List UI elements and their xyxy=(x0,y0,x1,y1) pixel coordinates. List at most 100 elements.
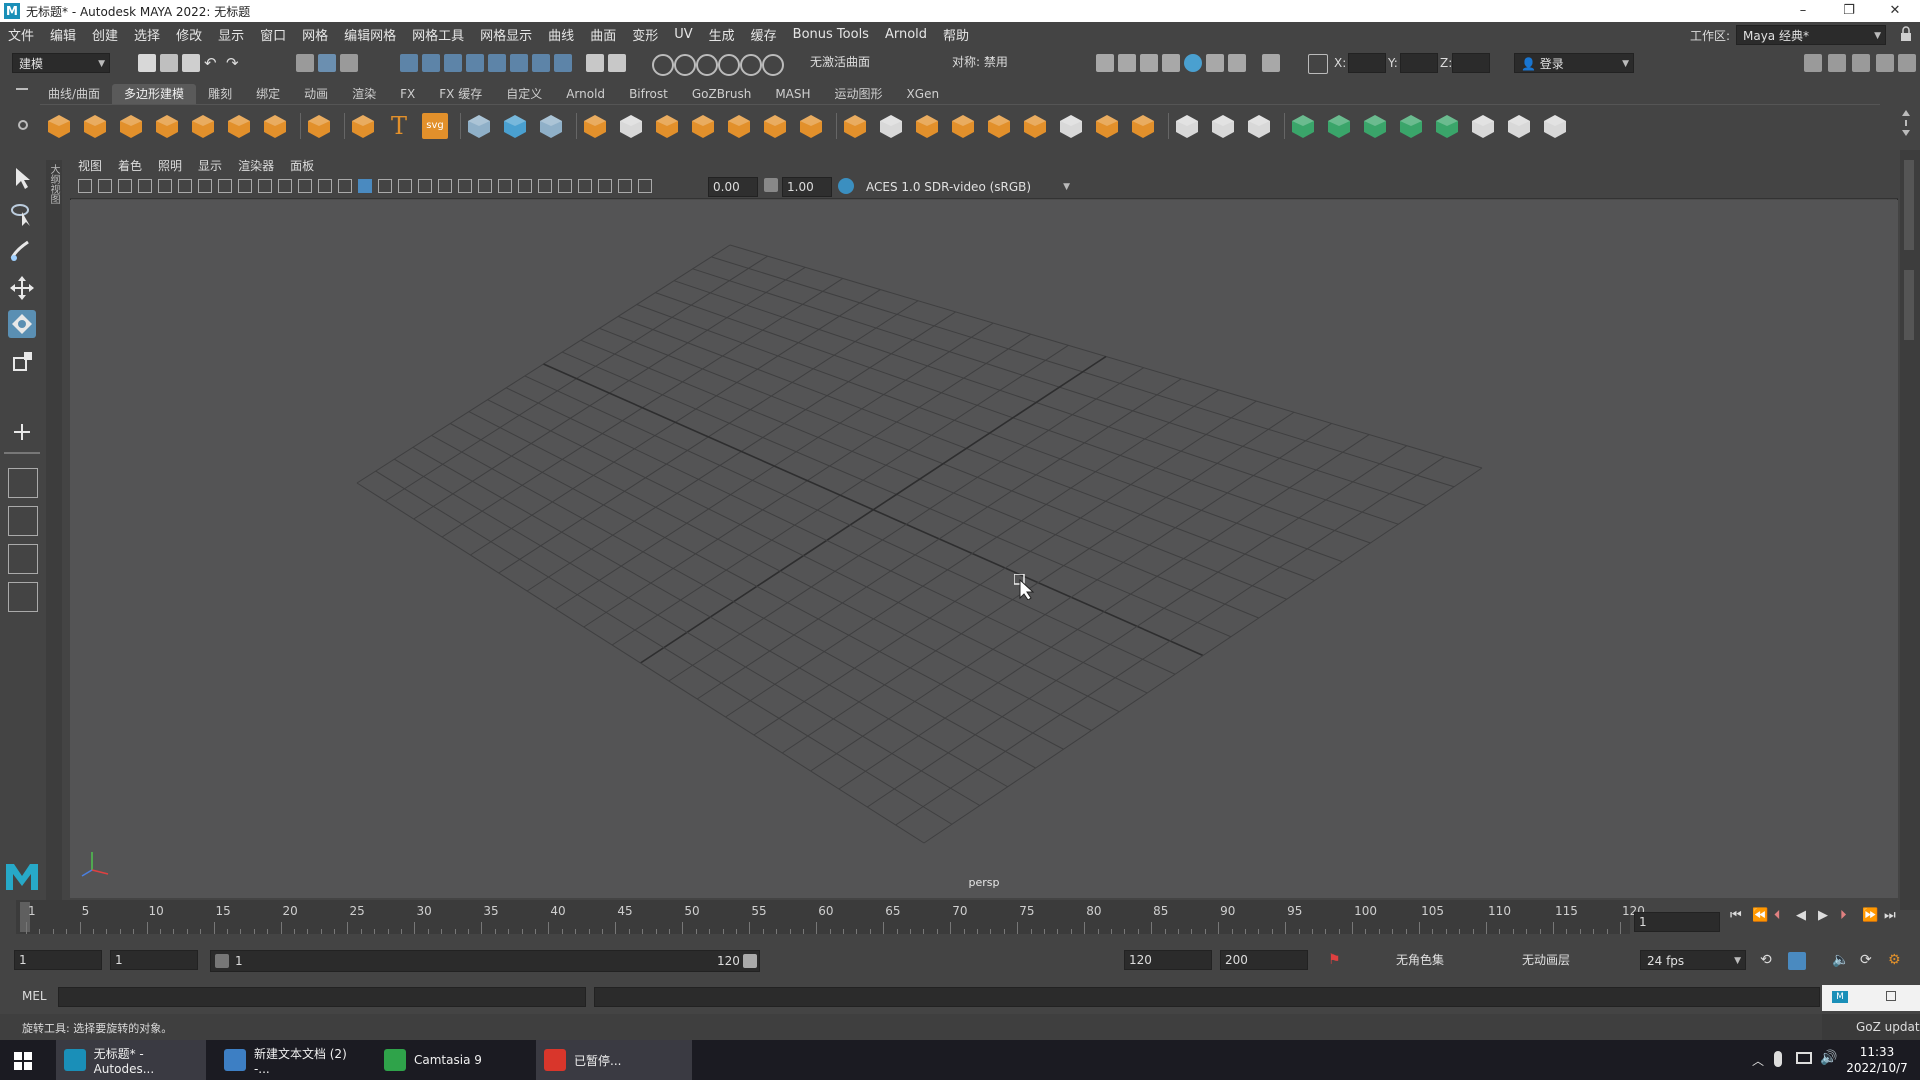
type-tool-icon[interactable]: T xyxy=(386,113,412,139)
sculpt-icon[interactable] xyxy=(466,113,492,139)
right-side-tabs[interactable] xyxy=(1900,150,1920,910)
mask-face-icon[interactable] xyxy=(444,54,462,72)
select-component-icon[interactable] xyxy=(340,54,358,72)
color-management-icon[interactable] xyxy=(838,178,854,194)
menu-item[interactable]: 生成 xyxy=(701,25,743,44)
viewport-3d[interactable]: persp xyxy=(70,200,1898,898)
shelf-tab[interactable]: 曲线/曲面 xyxy=(36,84,112,104)
menu-item[interactable]: 文件 xyxy=(0,25,42,44)
microphone-icon[interactable] xyxy=(1774,1051,1782,1067)
menu-item[interactable]: UV xyxy=(666,27,700,42)
viewport-menu-item[interactable]: 着色 xyxy=(110,157,150,174)
playback-end-field[interactable]: 120 xyxy=(1124,950,1212,970)
save-scene-icon[interactable] xyxy=(182,54,200,72)
render-view-icon[interactable] xyxy=(1096,54,1114,72)
network-icon[interactable] xyxy=(1796,1052,1812,1064)
live-surface-label[interactable]: 无激活曲面 xyxy=(806,53,906,73)
wedge-icon[interactable] xyxy=(1094,113,1120,139)
minimize-button[interactable]: – xyxy=(1780,0,1826,22)
snap-curve-icon[interactable] xyxy=(674,54,696,76)
connect-icon[interactable] xyxy=(986,113,1012,139)
symmetry-label[interactable]: 对称: 禁用 xyxy=(948,53,1048,73)
menu-item[interactable]: 显示 xyxy=(210,25,252,44)
lock-selection-icon[interactable] xyxy=(586,54,604,72)
goz-window[interactable]: M xyxy=(1822,985,1920,1011)
platonic-solid-icon[interactable] xyxy=(306,113,332,139)
play-backwards-icon[interactable]: ◀ xyxy=(1796,908,1814,926)
uv-editor-icon[interactable] xyxy=(1470,113,1496,139)
uv-camera-icon[interactable] xyxy=(1434,113,1460,139)
menu-item[interactable]: 网格工具 xyxy=(404,25,472,44)
viewport-menu-item[interactable]: 视图 xyxy=(70,157,110,174)
render-setup-icon[interactable] xyxy=(1206,54,1224,72)
snap-projected-center-icon[interactable] xyxy=(762,54,784,76)
attribute-editor-icon[interactable] xyxy=(1852,54,1870,72)
shelf-tab[interactable]: 多边形建模 xyxy=(112,84,197,104)
menu-item[interactable]: 帮助 xyxy=(935,25,977,44)
select-camera-icon[interactable] xyxy=(78,179,92,193)
menu-item[interactable]: 选择 xyxy=(126,25,168,44)
workspace-dropdown[interactable]: Maya 经典* ▼ xyxy=(1736,25,1886,45)
select-object-icon[interactable] xyxy=(318,54,336,72)
auto-key-icon[interactable]: ⚑ xyxy=(1328,952,1346,970)
snap-grid-icon[interactable] xyxy=(652,54,674,76)
outliner-layout-icon[interactable] xyxy=(8,582,38,612)
film-gate-icon[interactable] xyxy=(218,179,232,193)
snap-point-icon[interactable] xyxy=(696,54,718,76)
snap-view-plane-icon[interactable] xyxy=(718,54,740,76)
mask-deformer-icon[interactable] xyxy=(510,54,528,72)
combine-icon[interactable] xyxy=(582,113,608,139)
cache-playback-icon[interactable] xyxy=(1788,952,1806,970)
poly-disc-icon[interactable] xyxy=(262,113,288,139)
color-space-dropdown[interactable]: ACES 1.0 SDR-video (sRGB) ▼ xyxy=(860,177,1074,197)
go-to-end-icon[interactable]: ⏭ xyxy=(1884,908,1902,926)
menu-item[interactable]: 变形 xyxy=(624,25,666,44)
playback-start-field[interactable]: 1 xyxy=(110,950,198,970)
tool-settings-icon[interactable] xyxy=(1876,54,1894,72)
xray-icon[interactable] xyxy=(398,179,412,193)
bookmarks-icon[interactable] xyxy=(118,179,132,193)
lock-icon[interactable] xyxy=(1900,26,1912,42)
menu-item[interactable]: 网格 xyxy=(294,25,336,44)
anti-aliasing-icon[interactable] xyxy=(518,179,532,193)
animation-end-field[interactable]: 200 xyxy=(1220,950,1308,970)
command-input[interactable] xyxy=(58,987,586,1007)
uv-spherical-icon[interactable] xyxy=(1362,113,1388,139)
range-end-handle[interactable] xyxy=(743,954,757,968)
tray-clock[interactable]: 11:33 2022/10/7 xyxy=(1844,1044,1910,1076)
shelf-menu-icon[interactable] xyxy=(16,88,28,98)
tray-chevron-icon[interactable]: ︿ xyxy=(1752,1052,1764,1069)
smooth-shade-icon[interactable] xyxy=(358,179,372,193)
motion-blur-icon[interactable] xyxy=(498,179,512,193)
extract-icon[interactable] xyxy=(654,113,680,139)
single-perspective-view-icon[interactable] xyxy=(8,468,38,498)
new-scene-icon[interactable] xyxy=(138,54,156,72)
shadows-icon[interactable] xyxy=(458,179,472,193)
shelf-tab[interactable]: Bifrost xyxy=(617,84,680,104)
2d-pan-zoom-icon[interactable] xyxy=(158,179,172,193)
modeling-toolkit-icon[interactable] xyxy=(1804,54,1822,72)
taskbar-item-recorder[interactable]: 已暂停... xyxy=(536,1040,692,1080)
grid-toggle-icon[interactable] xyxy=(198,179,212,193)
uv-layout-icon[interactable] xyxy=(1506,113,1532,139)
shelf-tab[interactable]: GoZBrush xyxy=(680,84,764,104)
lasso-tool-icon[interactable] xyxy=(8,200,36,228)
x-field[interactable] xyxy=(1348,53,1386,73)
time-slider[interactable]: 1 5 10 15 20 25 30 35 40 45 50 55 60 65 70 75 80 85 90 95 10… xyxy=(16,900,1645,934)
close-button[interactable]: ✕ xyxy=(1872,0,1918,22)
shelf-tab[interactable]: 动画 xyxy=(292,84,340,104)
shelf-settings-icon[interactable] xyxy=(18,120,28,130)
shelf-tab[interactable]: 自定义 xyxy=(494,84,554,104)
render-frame-icon[interactable] xyxy=(1118,54,1136,72)
channel-box-side-tab[interactable] xyxy=(1904,160,1914,250)
exposure-field[interactable]: 0.00 xyxy=(708,177,758,197)
mask-curve-icon[interactable] xyxy=(488,54,506,72)
smooth-icon[interactable] xyxy=(690,113,716,139)
taskbar-item-camtasia[interactable]: Camtasia 9 xyxy=(376,1040,526,1080)
shelf-tab[interactable]: 运动图形 xyxy=(823,84,895,104)
insert-edge-icon[interactable] xyxy=(1246,113,1272,139)
range-slider[interactable]: 1 120 xyxy=(210,950,760,972)
mask-joint-icon[interactable] xyxy=(532,54,550,72)
collapse-icon[interactable] xyxy=(1022,113,1048,139)
shelf-tab[interactable]: 渲染 xyxy=(340,84,388,104)
